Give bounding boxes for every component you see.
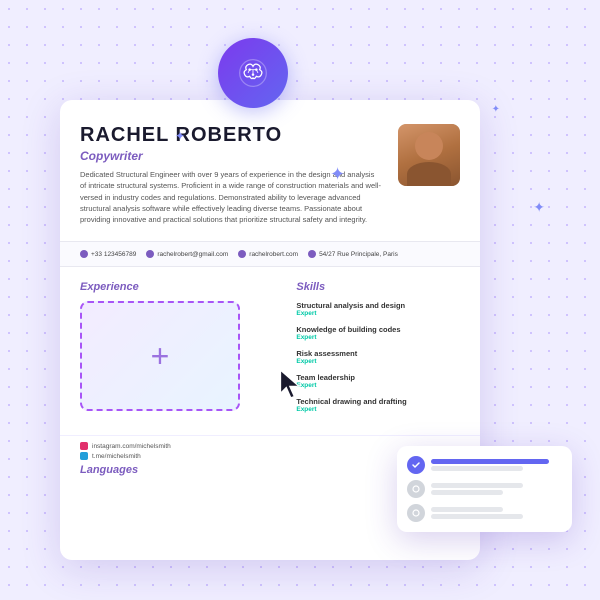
popup-icon-1 xyxy=(407,456,425,474)
skills-section: Skills Structural analysis and design Ex… xyxy=(296,281,460,421)
experience-title: Experience xyxy=(80,281,276,293)
experience-section: Experience + xyxy=(80,281,276,421)
popup-icon-3 xyxy=(407,504,425,522)
popup-bar-bottom-3 xyxy=(431,514,523,519)
contact-website: rachelrobert.com xyxy=(238,250,298,258)
brain-ai-icon xyxy=(218,38,288,108)
popup-bar-top-1 xyxy=(431,459,549,464)
contact-email: rachelrobert@gmail.com xyxy=(146,250,228,258)
popup-row-2 xyxy=(407,480,562,498)
instagram-icon xyxy=(80,442,88,450)
avatar xyxy=(398,124,460,186)
resume-header: RACHEL ROBERTO Copywriter Dedicated Stru… xyxy=(60,100,480,242)
resume-body: Experience + Skills Structural analysis … xyxy=(60,267,480,435)
popup-bar-bottom-2 xyxy=(431,490,503,495)
skill-item-3: Risk assessment Expert xyxy=(296,349,460,365)
telegram-icon xyxy=(80,452,88,460)
resume-name: RACHEL ROBERTO xyxy=(80,124,382,147)
popup-icon-2 xyxy=(407,480,425,498)
skill-item-5: Technical drawing and drafting Expert xyxy=(296,397,460,413)
popup-row-1 xyxy=(407,456,562,474)
sparkle-icon-2: ✦ xyxy=(330,165,345,183)
skill-item-4: Team leadership Expert xyxy=(296,373,460,389)
popup-bars-2 xyxy=(431,483,562,495)
skill-item-1: Structural analysis and design Expert xyxy=(296,301,460,317)
resume-job-title: Copywriter xyxy=(80,149,382,163)
location-icon xyxy=(308,250,316,258)
popup-bars-3 xyxy=(431,507,562,519)
email-icon xyxy=(146,250,154,258)
skills-title: Skills xyxy=(296,281,460,293)
phone-icon xyxy=(80,250,88,258)
skill-item-2: Knowledge of building codes Expert xyxy=(296,325,460,341)
sparkle-icon-1: ✦ xyxy=(175,130,185,142)
globe-icon xyxy=(238,250,246,258)
popup-bar-top-3 xyxy=(431,507,503,512)
sparkle-icon-4: ✦ xyxy=(533,200,545,214)
contact-location: 54/27 Rue Principale, Paris xyxy=(308,250,398,258)
contact-phone: +33 123456789 xyxy=(80,250,136,258)
sparkle-icon-3: ✦ xyxy=(492,105,500,115)
add-experience-icon[interactable]: + xyxy=(151,340,170,372)
popup-bar-bottom-1 xyxy=(431,466,523,471)
popup-row-3 xyxy=(407,504,562,522)
popup-bars-1 xyxy=(431,459,562,471)
avatar-image xyxy=(398,124,460,186)
experience-add-box[interactable]: + xyxy=(80,301,240,411)
popup-bar-top-2 xyxy=(431,483,523,488)
popup-card xyxy=(397,446,572,532)
contact-bar: +33 123456789 rachelrobert@gmail.com rac… xyxy=(60,242,480,267)
